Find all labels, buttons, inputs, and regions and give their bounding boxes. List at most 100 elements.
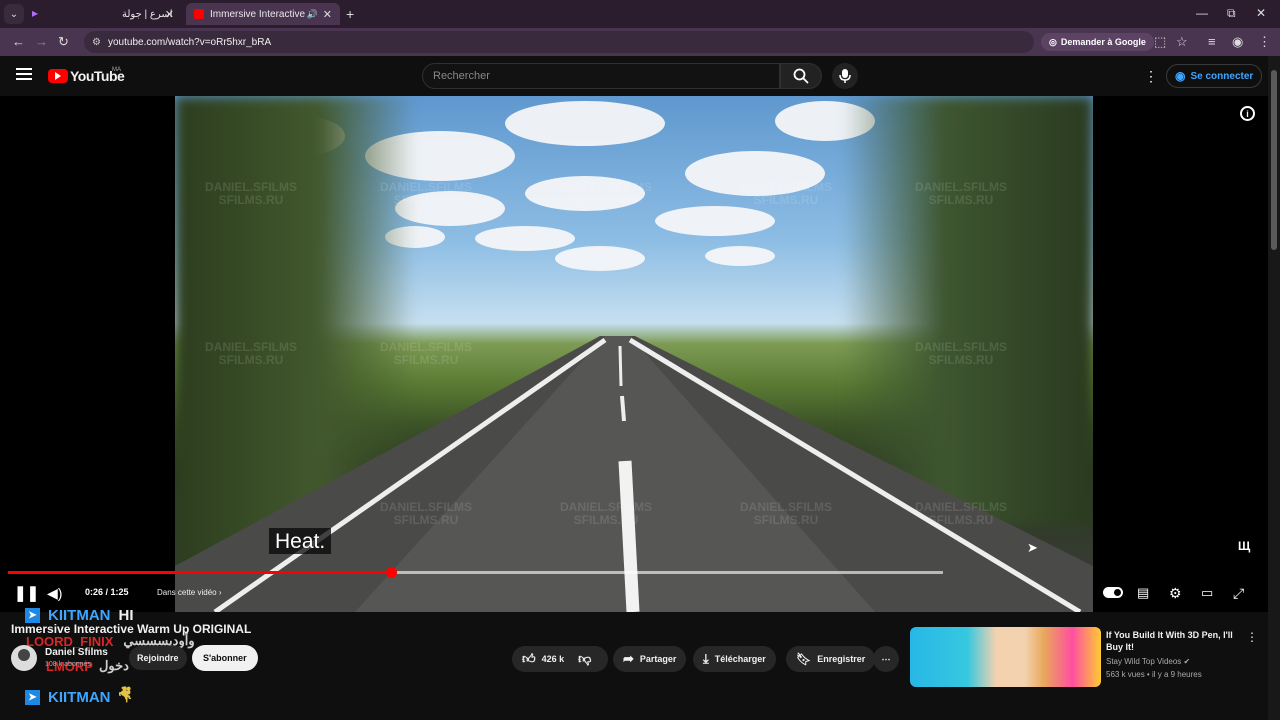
brand-mark[interactable]: Щ [1238,539,1250,553]
progress-bar[interactable] [8,567,943,578]
ask-google-label: Demander à Google [1060,37,1146,47]
time-display: 0:26 / 1:25 [85,587,129,597]
theater-mode-icon[interactable]: ▭ [1201,585,1213,601]
youtube-play-icon [48,69,68,83]
profile-icon[interactable]: ◉ [1232,34,1243,50]
tab-title: Immersive Interactive Warm [210,8,308,20]
like-count[interactable]: 426 k [542,654,565,664]
chapter-label: Dans cette vidéo [157,588,217,597]
microphone-icon [839,69,851,83]
bookmark-star-icon[interactable]: ☆ [1176,34,1188,50]
watermark: DANIEL.SFILMS SFILMS.RU [740,180,832,207]
watermark: DANIEL.SFILMS SFILMS.RU [915,500,1007,527]
browser-tab-1[interactable]: اسرع | جولة ✕ [26,3,182,25]
sign-in-button[interactable]: ◉ Se connecter [1166,64,1263,88]
join-button[interactable]: Rejoindre [129,646,187,670]
save-label: Enregistrer [817,654,866,664]
site-info-icon[interactable]: ⚙ [92,37,101,48]
download-icon: ⤓ [703,651,709,666]
page-bottom [0,688,1268,720]
ask-google-button[interactable]: ◎ Demander à Google [1041,33,1154,51]
page-scrollbar[interactable] [1268,56,1280,720]
chat-text: دخول [98,658,129,673]
recommendation-menu-icon[interactable]: ⋮ [1246,630,1258,644]
close-icon[interactable]: ✕ [165,8,174,21]
video-title: Immersive Interactive Warm Up ORIGINAL [11,622,252,636]
country-code: MA [112,67,121,73]
watermark: DANIEL.SFILMS SFILMS.RU [740,500,832,527]
browser-menu-icon[interactable]: ⋮ [1258,34,1271,50]
chat-author: KIITMAN [48,689,111,706]
info-icon[interactable]: i [1240,106,1255,121]
scrollbar-thumb[interactable] [1271,70,1277,250]
subtitles-icon[interactable]: ▤ [1137,585,1149,601]
recommendation-channel[interactable]: Stay Wild Top Videos ✔ [1106,657,1190,666]
watermark: DANIEL.SFILMS SFILMS.RU [380,500,472,527]
chat-text: 🤻 [118,687,132,704]
restore-icon[interactable]: ⧉ [1227,6,1236,21]
subscriber-count: 108 k abonnés [45,661,91,668]
download-button[interactable]: ⤓ Télécharger [693,646,776,672]
channel-avatar[interactable] [11,645,37,671]
watermark: DANIEL.SFILMS SFILMS.RU [560,180,652,207]
watermark: DANIEL.SFILMS SFILMS.RU [915,180,1007,207]
voice-search-button[interactable] [832,63,858,89]
dislike-icon[interactable]: 👎︎ [578,651,591,667]
subscribe-button[interactable]: S'abonner [192,645,258,671]
download-label: Télécharger [714,654,766,664]
forward-icon[interactable]: → [35,34,48,49]
browser-tab-2[interactable]: Immersive Interactive Warm 🔊 ✕ [186,3,340,25]
recommendation-channel-name: Stay Wild Top Videos [1106,657,1182,666]
share-icon: ➦ [623,651,634,666]
pause-icon[interactable]: ❚❚ [14,584,39,602]
youtube-favicon-icon [194,9,204,19]
back-icon[interactable]: ← [12,34,25,49]
recommendation-title[interactable]: If You Build It With 3D Pen, I'll Buy It… [1106,629,1241,653]
mouse-cursor-icon: ➤ [1027,540,1038,555]
recommendation-thumbnail[interactable] [910,627,1101,687]
install-app-icon[interactable]: ⬚ [1154,34,1166,50]
watermark: DANIEL.SFILMS SFILMS.RU [380,180,472,207]
settings-kebab-icon[interactable]: ⋮ [1144,68,1158,85]
close-icon[interactable]: ✕ [323,8,332,21]
audio-playing-icon[interactable]: 🔊 [307,9,318,20]
video-player[interactable]: DANIEL.SFILMS SFILMS.RU DANIEL.SFILMS SFIL… [0,96,1268,612]
watermark: DANIEL.SFILMS SFILMS.RU [205,180,297,207]
minimize-icon[interactable]: — [1196,6,1208,20]
watermark: DANIEL.SFILMS SFILMS.RU [205,340,297,367]
chat-message: ➤ KIITMAN 🤻 [25,685,132,710]
window-close-icon[interactable]: ✕ [1256,6,1266,20]
watermark: DANIEL.SFILMS SFILMS.RU [380,340,472,367]
address-bar[interactable]: ⚙ youtube.com/watch?v=oRr5hxr_bRA [84,31,1034,53]
account-icon: ◉ [1175,69,1186,83]
like-dislike-group: 👍︎ 426 k 👎︎ [512,646,608,672]
share-label: Partager [639,654,677,664]
bookmark-icon: 🔖︎ [796,652,812,666]
menu-icon[interactable] [16,68,32,80]
watermark: DANIEL.SFILMS SFILMS.RU [915,340,1007,367]
more-icon: ⋯ [881,653,891,664]
search-button[interactable] [780,63,822,89]
more-actions-button[interactable]: ⋯ [873,646,899,672]
url-text: youtube.com/watch?v=oRr5hxr_bRA [108,36,272,48]
sign-in-label: Se connecter [1190,70,1254,82]
fullscreen-icon[interactable]: ⤢ [1233,585,1244,602]
reading-list-icon[interactable]: ≡ [1208,34,1216,49]
search-placeholder: Rechercher [433,70,490,82]
share-button[interactable]: ➦ Partager [613,646,687,672]
chapter-button[interactable]: Dans cette vidéo › [157,588,221,597]
channel-name[interactable]: Daniel Sfilms [45,647,108,658]
search-input[interactable]: Rechercher [422,63,780,89]
tab-search-button[interactable]: ⌄ [4,4,24,24]
settings-gear-icon[interactable]: ⚙ [1169,585,1182,602]
reload-icon[interactable]: ↻ [58,34,69,50]
like-icon[interactable]: 👍︎ [522,651,536,667]
browser-tab-bar: ⌄ ▸ اسرع | جولة ✕ Immersive Interactive … [0,0,1280,28]
new-tab-icon[interactable]: + [346,6,354,22]
autoplay-toggle[interactable] [1103,587,1123,598]
chat-badge-icon: ➤ [25,690,40,705]
save-button[interactable]: 🔖︎ Enregistrer [786,646,876,672]
subtitle-caption: Heat. [269,528,332,554]
volume-icon[interactable]: ◀) [47,585,62,602]
watermark: DANIEL.SFILMS SFILMS.RU [560,500,652,527]
